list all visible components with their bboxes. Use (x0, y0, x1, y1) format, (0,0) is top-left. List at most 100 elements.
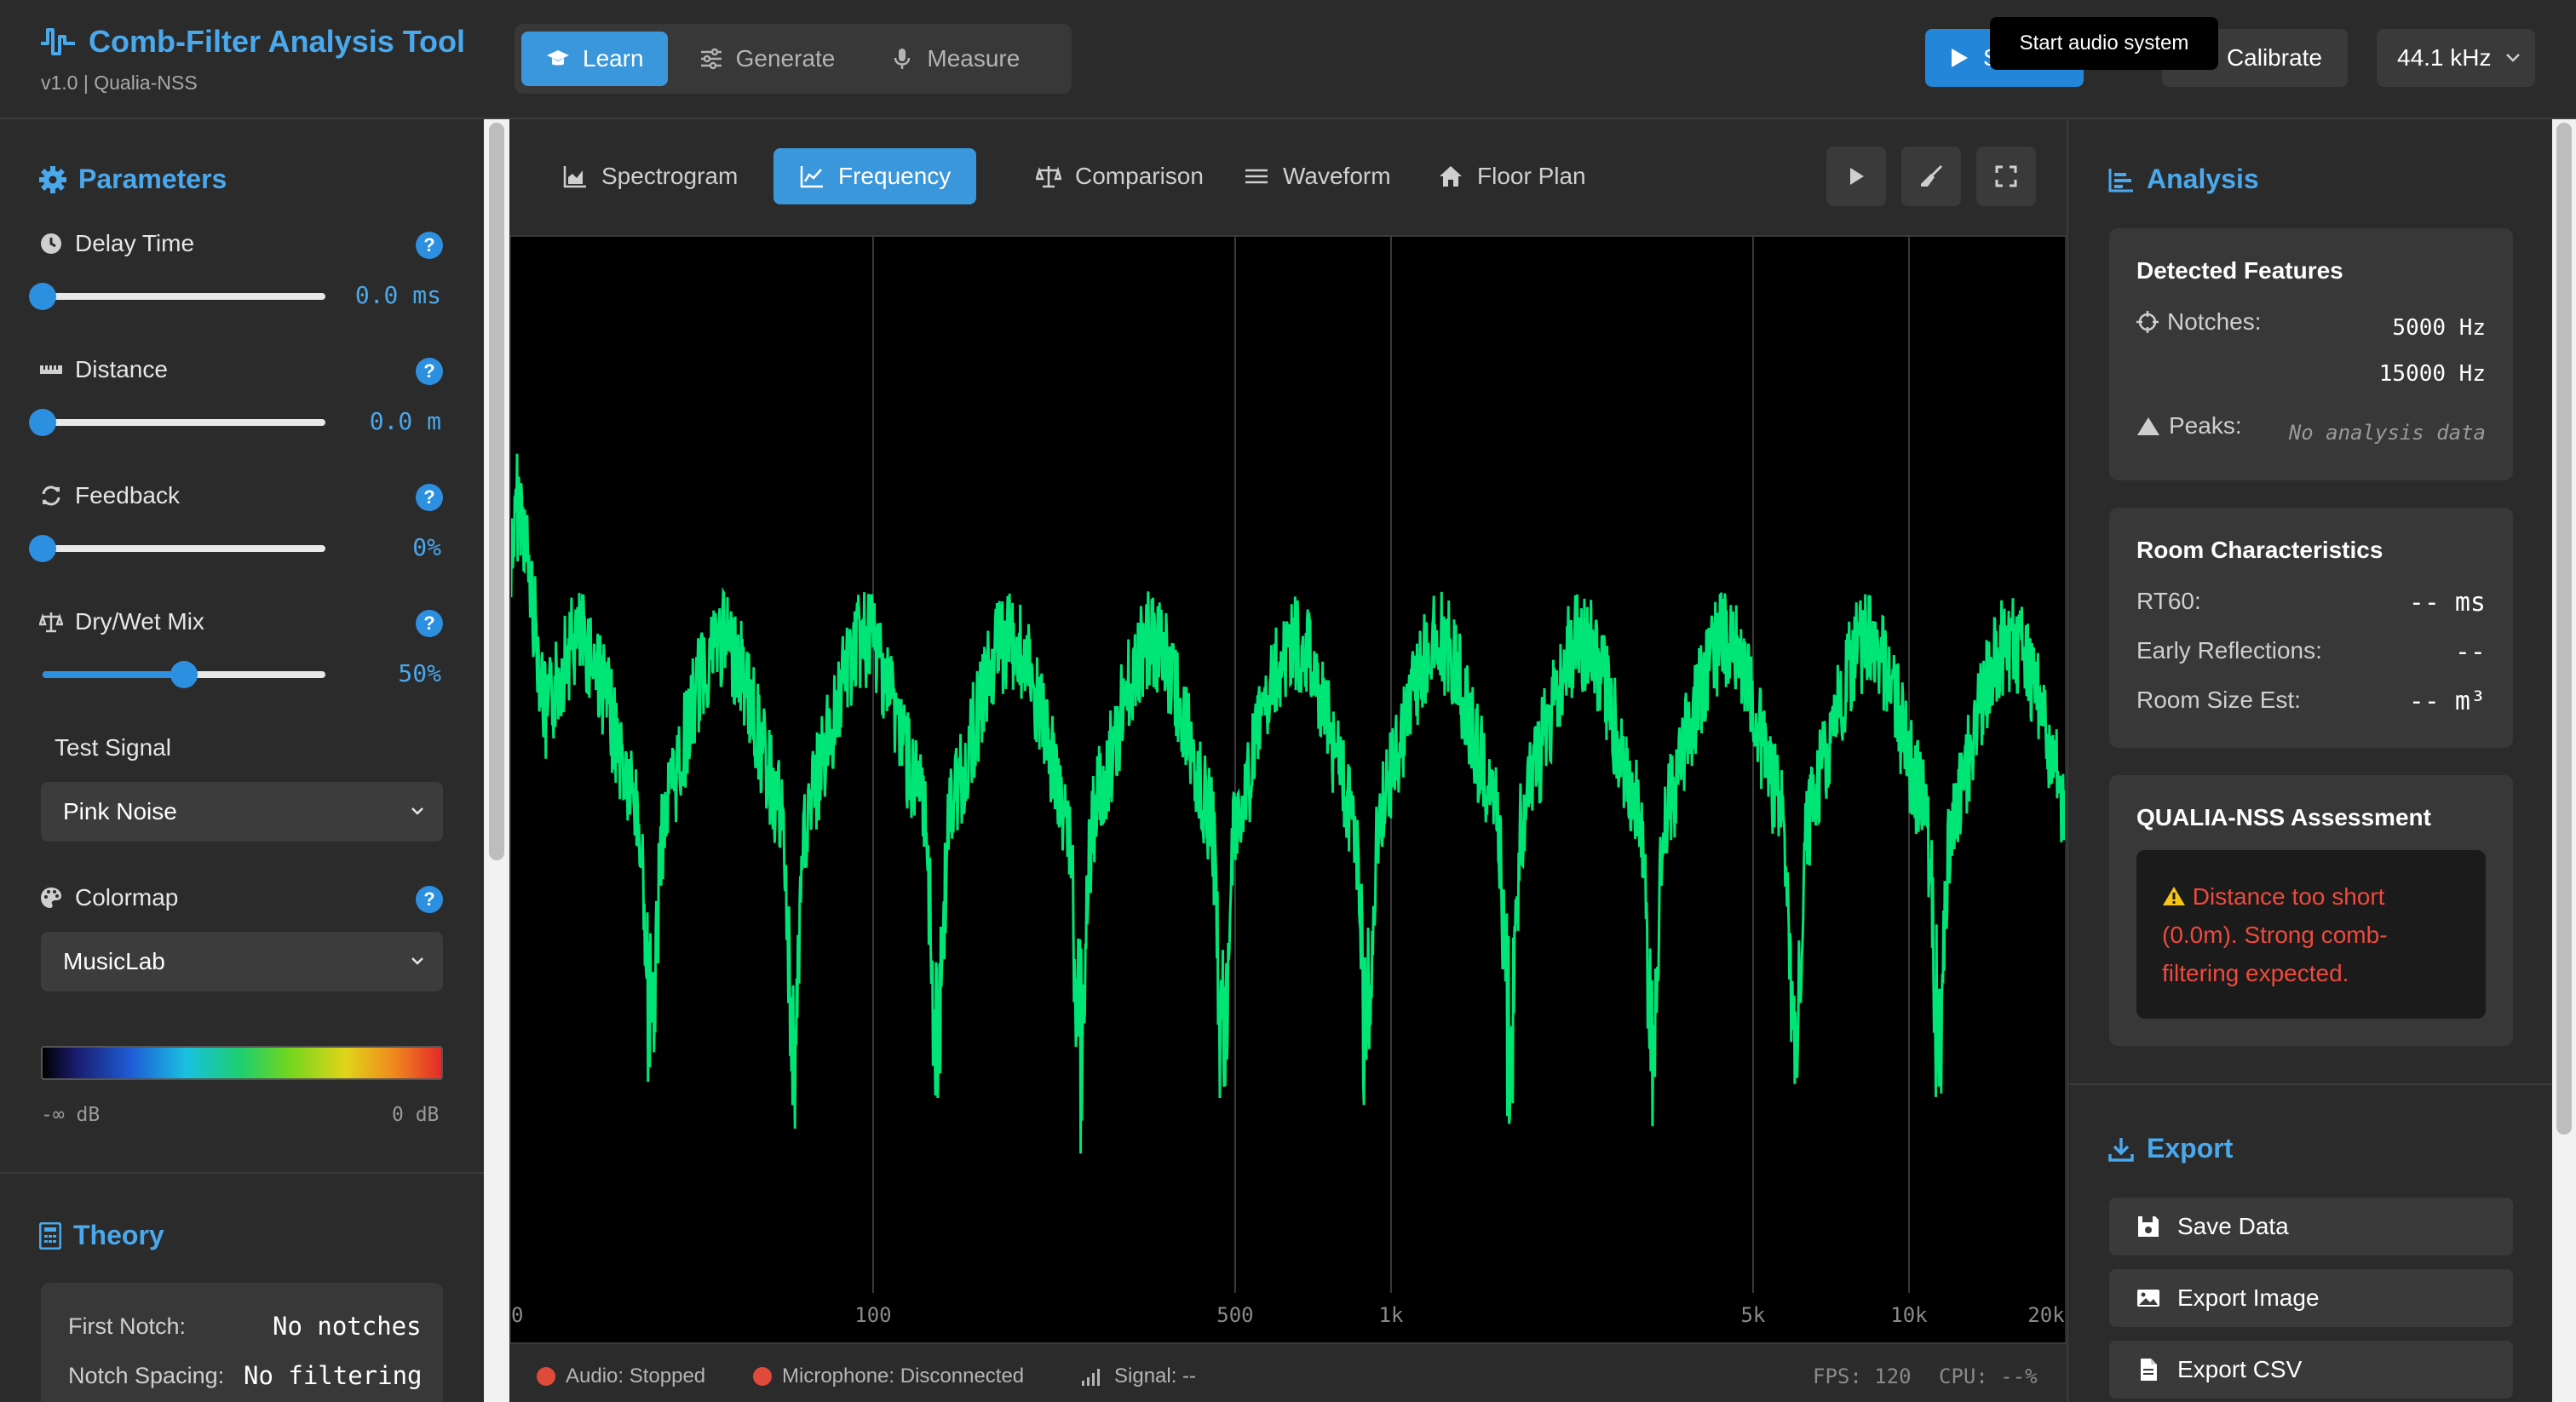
tab-label: Frequency (838, 163, 952, 189)
frequency-plot[interactable]: 0 100 500 1k 5k 10k 20k (509, 237, 2067, 1342)
theory-title-text: Theory (73, 1220, 164, 1250)
tab-floor-plan[interactable]: Floor Plan (1412, 148, 1612, 204)
parameters-title: Parameters (39, 164, 227, 195)
clear-button[interactable] (1901, 147, 1961, 206)
start-audio-tooltip: Start audio system (1990, 17, 2218, 70)
tab-label: Waveform (1283, 163, 1391, 189)
distance-text: Distance (75, 356, 168, 382)
room-size-value: -- m³ (2408, 687, 2486, 716)
colormap-colorbar (41, 1046, 443, 1080)
tab-frequency[interactable]: Frequency (773, 148, 977, 204)
colormap-value: MusicLab (63, 948, 165, 974)
colormap-label: Colormap (39, 884, 178, 911)
delay-time-text: Delay Time (75, 230, 195, 256)
image-icon (2137, 1290, 2159, 1307)
analysis-sidebar: Analysis Detected Features Notches: 5000… (2067, 119, 2552, 1402)
delay-slider-handle[interactable] (29, 283, 56, 310)
warning-icon (2163, 887, 2185, 905)
notches-label: Notches: (2136, 308, 2262, 336)
waveform-logo-icon (41, 28, 75, 55)
colorbar-min-label: -∞ dB (41, 1104, 101, 1126)
signal-status-text: Signal: -- (1114, 1365, 1197, 1388)
mix-slider-handle[interactable] (170, 661, 198, 688)
frequency-chart: 0 100 500 1k 5k 10k 20k (509, 237, 2067, 1327)
mode-tab-generate[interactable]: Generate (675, 32, 860, 86)
visualization-panel: Spectrogram Frequency Comparison Wavefor… (509, 119, 2067, 1402)
cpu-readout: CPU: --% (1939, 1365, 2038, 1388)
export-csv-label: Export CSV (2177, 1356, 2303, 1382)
fps-readout: FPS: 120 (1813, 1365, 1912, 1388)
early-reflections-value: -- (2454, 637, 2486, 667)
sample-rate-value: 44.1 kHz (2397, 44, 2492, 71)
analysis-title-text: Analysis (2147, 164, 2259, 194)
x-tick-label: 500 (1216, 1303, 1253, 1327)
tab-comparison[interactable]: Comparison (1010, 148, 1229, 204)
distance-slider[interactable] (29, 409, 325, 436)
balance-scale-icon (1036, 166, 1061, 188)
export-csv-button[interactable]: Export CSV (2109, 1341, 2513, 1399)
line-chart-icon (800, 166, 823, 188)
distance-label: Distance (39, 356, 168, 383)
mix-slider[interactable] (43, 661, 325, 688)
peaks-value: No analysis data (2288, 421, 2486, 445)
peaks-label: Peaks: (2136, 412, 2242, 440)
save-data-button[interactable]: Save Data (2109, 1198, 2513, 1255)
chevron-down-icon (411, 957, 423, 965)
colormap-help-icon[interactable]: ? (416, 886, 443, 913)
mode-tab-measure[interactable]: Measure (865, 32, 1044, 86)
right-scrollbar[interactable] (2552, 119, 2576, 1402)
calculator-icon (39, 1221, 61, 1250)
x-tick-label: 10k (1890, 1303, 1928, 1327)
first-notch-value: No notches (273, 1312, 422, 1341)
app-version: v1.0 | Qualia-NSS (41, 72, 198, 94)
delay-help-icon[interactable]: ? (416, 232, 443, 259)
test-signal-select[interactable]: Pink Noise (41, 782, 443, 842)
room-characteristics-title: Room Characteristics (2136, 537, 2383, 563)
delay-value: 0.0 ms (354, 281, 441, 309)
balance-scale-icon (39, 612, 63, 633)
distance-help-icon[interactable]: ? (416, 358, 443, 385)
mix-slider-fill (43, 671, 184, 678)
microphone-icon (894, 49, 911, 69)
crosshair-icon (2136, 311, 2159, 333)
peaks-label-text: Peaks: (2169, 412, 2242, 439)
feedback-slider[interactable] (29, 535, 325, 562)
save-data-label: Save Data (2177, 1213, 2289, 1239)
clock-icon (41, 233, 61, 254)
export-divider (2068, 1083, 2552, 1085)
tab-spectrogram[interactable]: Spectrogram (537, 148, 763, 204)
theory-title: Theory (39, 1220, 164, 1251)
feedback-value: 0% (412, 533, 441, 561)
mix-help-icon[interactable]: ? (416, 610, 443, 637)
left-scrollbar[interactable] (484, 119, 509, 1402)
distance-slider-handle[interactable] (29, 409, 56, 436)
detected-features-title: Detected Features (2136, 257, 2343, 284)
feedback-help-icon[interactable]: ? (416, 484, 443, 511)
mode-tab-learn[interactable]: Learn (521, 32, 668, 86)
sample-rate-select[interactable]: 44.1 kHz (2377, 29, 2535, 87)
right-scrollbar-thumb[interactable] (2556, 123, 2572, 1135)
play-button[interactable] (1826, 147, 1886, 206)
tab-waveform[interactable]: Waveform (1218, 148, 1417, 204)
notch-spacing-value: No filtering (244, 1361, 423, 1390)
colormap-select[interactable]: MusicLab (41, 932, 443, 991)
microphone-status-dot (753, 1367, 772, 1386)
detected-features-card: Detected Features Notches: 5000 Hz 15000… (2109, 228, 2513, 480)
area-chart-icon (563, 166, 586, 188)
notches-label-text: Notches: (2167, 308, 2262, 335)
audio-status-dot (537, 1367, 555, 1386)
fullscreen-button[interactable] (1976, 147, 2036, 206)
spectrum-line (509, 453, 2067, 1154)
export-image-button[interactable]: Export Image (2109, 1269, 2513, 1327)
x-tick-label: 1k (1379, 1303, 1404, 1327)
feedback-slider-handle[interactable] (29, 535, 56, 562)
left-scrollbar-thumb[interactable] (489, 123, 504, 860)
mode-tab-label: Generate (735, 45, 836, 72)
tab-label: Floor Plan (1477, 163, 1586, 189)
feedback-label: Feedback (39, 482, 180, 509)
delay-time-label: Delay Time (39, 230, 194, 257)
feedback-text: Feedback (75, 482, 180, 509)
mix-text: Dry/Wet Mix (75, 608, 204, 635)
delay-slider[interactable] (29, 283, 325, 310)
refresh-icon (42, 486, 60, 506)
